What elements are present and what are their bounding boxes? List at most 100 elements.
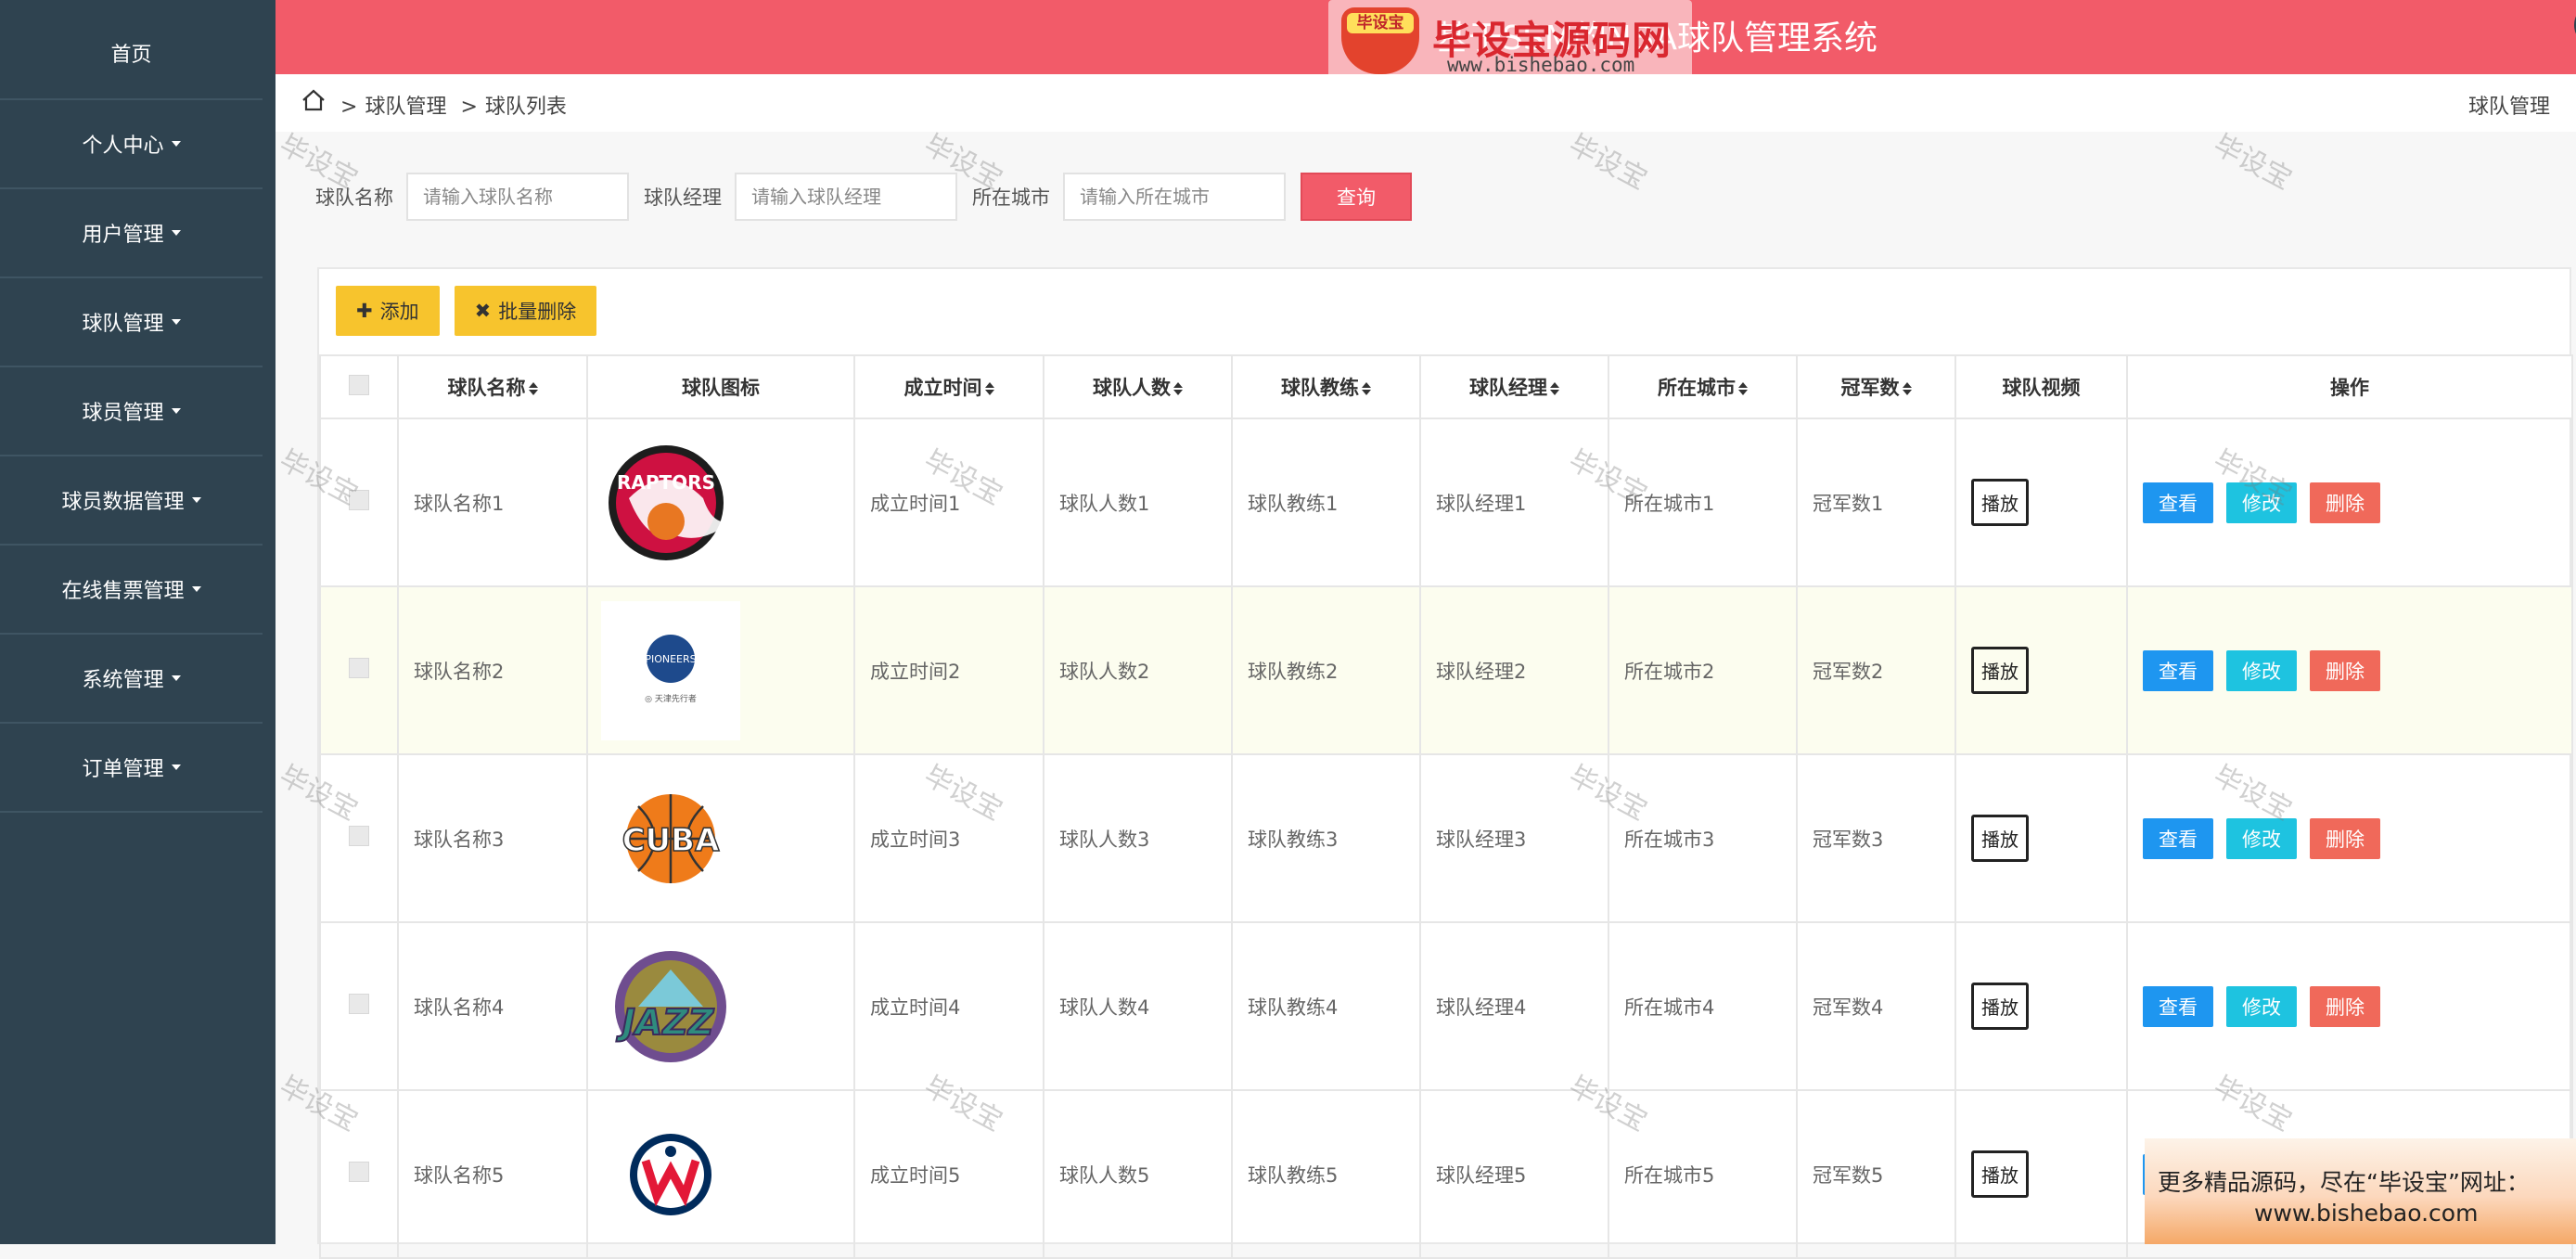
sidebar-item-label: 球队管理 [82,313,164,336]
team-logo-pioneers-icon[interactable]: PIONEERS ◎ 天津先行者 [601,600,740,740]
table-row[interactable]: 球队名称3 CUBA 成立时间3 球队人数3 球队教练3 球队经理3 所在城市3 冠军数3 播放… [319,753,2573,923]
coach-cell: 球队教练1 [1231,418,1421,587]
video-cell: 播放 [1954,1089,2128,1259]
col-header-titles[interactable]: 冠军数 [1796,354,1956,419]
edit-button[interactable]: 修改 [2226,482,2297,523]
delete-button[interactable]: 删除 [2310,985,2380,1027]
play-video-button[interactable]: 播放 [1971,983,2029,1030]
team-logo-cuba-icon[interactable]: CUBA [601,769,740,908]
team-name-cell: 球队名称5 [397,1089,588,1259]
team-name-input[interactable] [406,173,629,221]
sidebar-item-label: 个人中心 [82,135,164,158]
sidebar-item-team-management[interactable]: 球队管理 [0,278,263,367]
video-cell: 播放 [1954,753,2128,923]
founded-cell: 成立时间5 [853,1089,1044,1259]
col-header-founded[interactable]: 成立时间 [853,354,1044,419]
team-table-card: ✚ 添加 ✖ 批量删除 球队名称 球队图标 成立时间 球队人数 球队教练 球队经理 … [317,267,2573,1259]
row-checkbox[interactable] [349,1162,369,1182]
promo-url: www.bishebao.com [2254,1200,2479,1227]
query-button[interactable]: 查询 [1301,173,1412,221]
edit-button[interactable]: 修改 [2226,817,2297,859]
watermark: 毕设宝 [1563,128,1653,197]
row-checkbox[interactable] [349,490,369,510]
breadcrumb: > 球队管理 > 球队列表 球队管理 [276,74,2576,132]
team-logo-jazz-icon[interactable]: JAZZ [601,937,740,1076]
sidebar-item-player-data[interactable]: 球员数据管理 [0,456,263,546]
promo-banner[interactable]: 更多精品源码，尽在“毕设宝”网址： www.bishebao.com [2145,1138,2576,1244]
titles-cell: 冠军数1 [1796,418,1956,587]
city-cell: 所在城市5 [1608,1089,1798,1259]
sidebar-item-label: 球员数据管理 [61,491,185,514]
batch-delete-button[interactable]: ✖ 批量删除 [454,286,597,336]
city-label: 所在城市 [972,186,1050,209]
manager-cell: 球队经理3 [1419,753,1609,923]
sidebar-item-label: 系统管理 [82,669,164,692]
view-button[interactable]: 查看 [2143,817,2213,859]
sidebar-item-system[interactable]: 系统管理 [0,635,263,724]
actions-cell: 查看修改删除 [2126,921,2573,1091]
sidebar-item-player-management[interactable]: 球员管理 [0,367,263,456]
video-cell: 播放 [1954,418,2128,587]
sidebar-item-ticketing[interactable]: 在线售票管理 [0,546,263,635]
delete-button[interactable]: 删除 [2310,817,2380,859]
col-header-city[interactable]: 所在城市 [1608,354,1798,419]
edit-button[interactable]: 修改 [2226,649,2297,691]
caret-down-icon [171,230,181,236]
view-button[interactable]: 查看 [2143,649,2213,691]
titles-cell: 冠军数3 [1796,753,1956,923]
play-video-button[interactable]: 播放 [1971,647,2029,694]
table-row[interactable]: 球队名称1 RAPTORS 成立时间1 球队人数1 球队教练1 球队经理1 所在城市1 冠军数… [319,418,2573,587]
col-header-name[interactable]: 球队名称 [397,354,588,419]
add-button[interactable]: ✚ 添加 [336,286,440,336]
sidebar-item-orders[interactable]: 订单管理 [0,724,263,813]
team-manager-input[interactable] [735,173,957,221]
titles-cell: 冠军数2 [1796,585,1956,755]
team-logo-raptors-icon[interactable]: RAPTORS [601,433,740,572]
delete-button[interactable]: 删除 [2310,482,2380,523]
edit-button[interactable]: 修改 [2226,985,2297,1027]
play-video-button[interactable]: 播放 [1971,1150,2029,1198]
row-checkbox[interactable] [349,658,369,678]
row-select-cell [319,921,399,1091]
svg-text:JAZZ: JAZZ [616,1002,715,1043]
city-cell: 所在城市3 [1608,753,1798,923]
home-icon[interactable] [301,89,326,117]
svg-text:CUBA: CUBA [622,822,720,859]
col-header-video: 球队视频 [1954,354,2128,419]
caret-down-icon [171,141,181,147]
view-button[interactable]: 查看 [2143,482,2213,523]
col-header-players[interactable]: 球队人数 [1043,354,1233,419]
video-cell: 播放 [1954,585,2128,755]
toolbar: ✚ 添加 ✖ 批量删除 [336,286,611,336]
col-header-coach[interactable]: 球队教练 [1231,354,1421,419]
team-logo-cell: JAZZ [586,921,855,1091]
col-header-manager[interactable]: 球队经理 [1419,354,1609,419]
view-button[interactable]: 查看 [2143,985,2213,1027]
svg-text:◎ 天津先行者: ◎ 天津先行者 [645,693,697,704]
actions-cell: 查看修改删除 [2126,753,2573,923]
watermark: 毕设宝 [2208,128,2298,197]
sidebar-item-user-management[interactable]: 用户管理 [0,189,263,278]
play-video-button[interactable]: 播放 [1971,479,2029,526]
search-form: 球队名称 球队经理 所在城市 查询 [315,173,1412,221]
play-video-button[interactable]: 播放 [1971,815,2029,862]
team-manager-label: 球队经理 [644,186,722,209]
row-checkbox[interactable] [349,826,369,846]
row-checkbox[interactable] [349,994,369,1014]
team-logo-cell [586,1089,855,1259]
city-cell: 所在城市1 [1608,418,1798,587]
team-logo-cell: CUBA [586,753,855,923]
table-header-row: 球队名称 球队图标 成立时间 球队人数 球队教练 球队经理 所在城市 冠军数 球… [319,354,2573,419]
sidebar: 首页 个人中心 用户管理 球队管理 球员管理 球员数据管理 在线售票管理 系统管… [0,0,276,1244]
select-all-checkbox[interactable] [349,374,369,395]
sidebar-item-home[interactable]: 首页 [0,0,263,100]
table-row[interactable]: 球队名称4 JAZZ 成立时间4 球队人数4 球队教练4 球队经理4 所在城市4 冠军数4 播放… [319,921,2573,1091]
sidebar-item-personal-center[interactable]: 个人中心 [0,100,263,189]
table-row[interactable]: 球队名称2 PIONEERS ◎ 天津先行者 成立时间2 球队人数2 球队教练2 球队经理2… [319,585,2573,755]
city-input[interactable] [1063,173,1286,221]
breadcrumb-item-team-management[interactable]: 球队管理 [365,96,446,119]
delete-button[interactable]: 删除 [2310,649,2380,691]
team-logo-wizards-icon[interactable] [601,1105,740,1244]
founded-cell: 成立时间4 [853,921,1044,1091]
founded-cell: 成立时间1 [853,418,1044,587]
